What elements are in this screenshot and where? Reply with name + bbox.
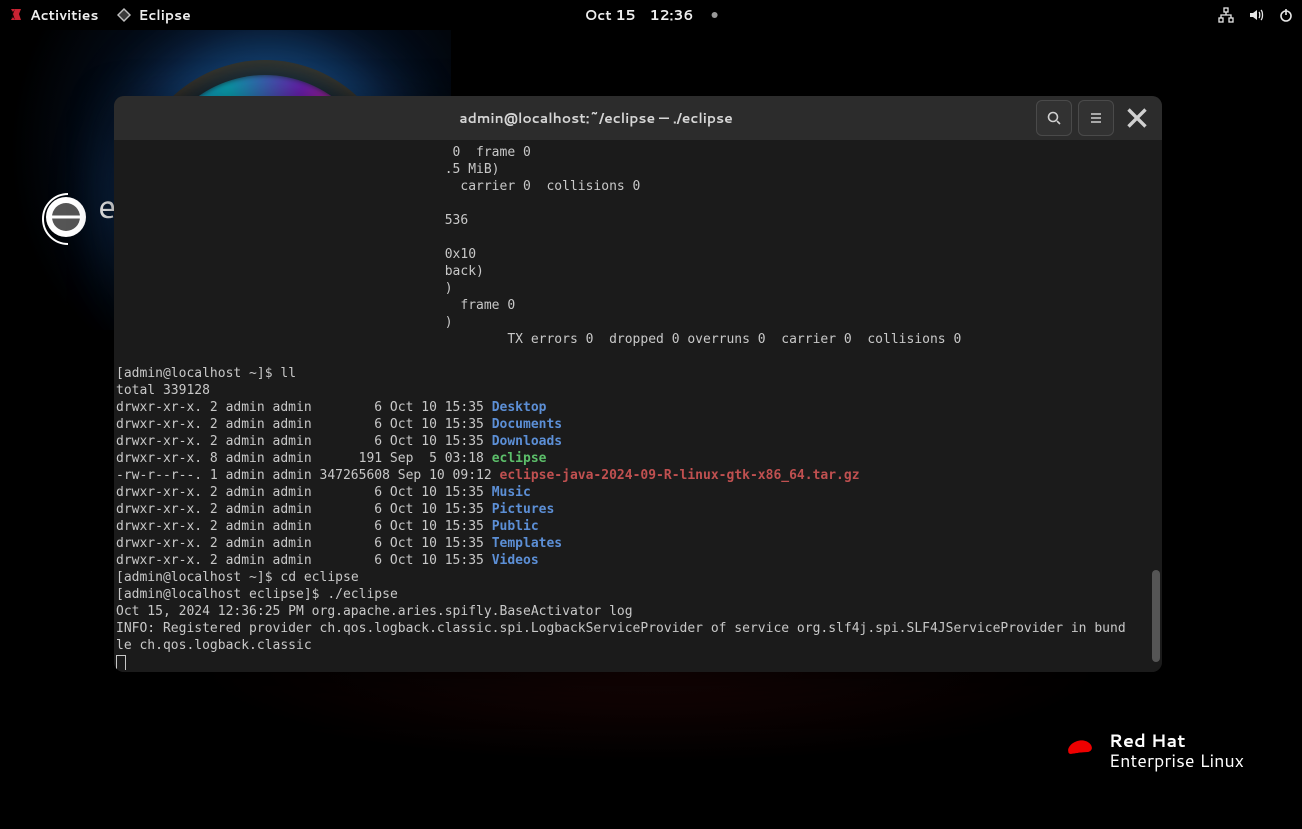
terminal-search-button[interactable] [1036, 100, 1072, 136]
power-icon[interactable] [1278, 7, 1294, 23]
eclipse-icon [116, 7, 132, 23]
terminal-output: 0 frame 0 .5 MiB) carrier 0 collisions 0 [116, 144, 1148, 670]
eclipse-logo-mark-icon [46, 197, 86, 237]
time-label: 12:36 [649, 5, 693, 25]
terminal-body[interactable]: 0 frame 0 .5 MiB) carrier 0 collisions 0 [114, 140, 1162, 672]
terminal-scrollbar[interactable] [1150, 140, 1160, 672]
terminal-title: admin@localhost:~/eclipse — ./eclipse [162, 108, 1030, 128]
clock-button[interactable]: Oct 15 12:36 [585, 5, 694, 25]
volume-icon[interactable] [1248, 7, 1264, 23]
terminal-close-button[interactable] [1120, 101, 1154, 135]
notification-dot-icon [711, 12, 717, 18]
terminal-scroll-thumb[interactable] [1152, 570, 1160, 662]
terminal-titlebar[interactable]: admin@localhost:~/eclipse — ./eclipse [114, 96, 1162, 140]
network-icon[interactable] [1218, 7, 1234, 23]
active-app-button[interactable]: Eclipse [116, 5, 190, 25]
distro-icon [8, 7, 24, 23]
activities-label: Activities [30, 5, 98, 25]
rhel-line2: Enterprise Linux [1109, 751, 1244, 771]
terminal-window: admin@localhost:~/eclipse — ./eclipse 0 … [114, 96, 1162, 672]
activities-button[interactable]: Activities [8, 5, 98, 25]
date-label: Oct 15 [585, 5, 636, 25]
redhat-icon [1063, 735, 1097, 767]
rhel-watermark: Red Hat Enterprise Linux [1063, 731, 1244, 771]
gnome-top-bar: Activities Eclipse Oct 15 12:36 [0, 0, 1302, 30]
terminal-menu-button[interactable] [1078, 100, 1114, 136]
active-app-label: Eclipse [138, 5, 190, 25]
